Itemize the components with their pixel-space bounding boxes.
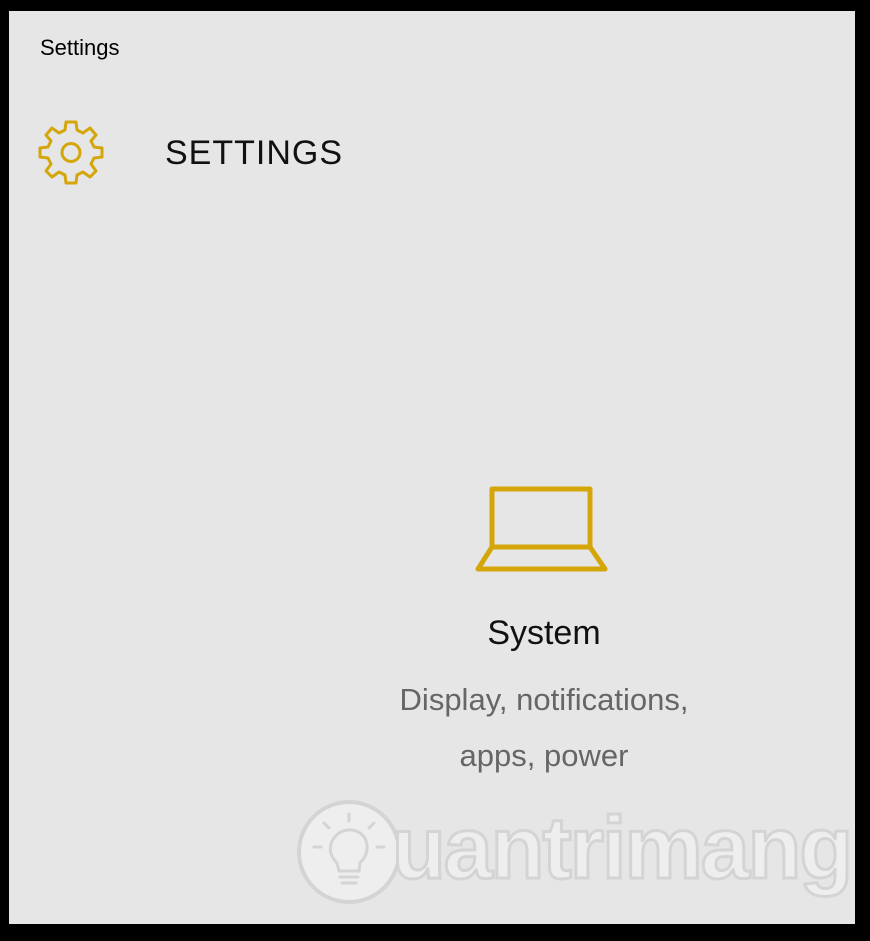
system-tile[interactable]: System Display, notifications, apps, pow… bbox=[334, 476, 754, 776]
title-bar[interactable]: Settings bbox=[9, 11, 855, 81]
laptop-icon bbox=[475, 486, 608, 572]
settings-window: Settings SETTINGS System Display, notifi… bbox=[0, 0, 870, 941]
gear-icon bbox=[38, 120, 104, 185]
settings-client-area: Settings SETTINGS System Display, notifi… bbox=[9, 11, 855, 924]
app-title: Settings bbox=[40, 35, 120, 60]
tile-description-line-2: apps, power bbox=[459, 738, 629, 773]
tile-description: Display, notifications, apps, power bbox=[334, 672, 754, 784]
watermark-text: uantrimang bbox=[390, 797, 854, 899]
tile-title: System bbox=[487, 614, 601, 652]
page-title: SETTINGS bbox=[165, 134, 344, 172]
watermark: uantrimang bbox=[294, 793, 855, 913]
tile-description-line-1: Display, notifications, bbox=[399, 682, 689, 717]
settings-header: SETTINGS bbox=[9, 106, 855, 206]
lightbulb-icon bbox=[297, 800, 401, 904]
